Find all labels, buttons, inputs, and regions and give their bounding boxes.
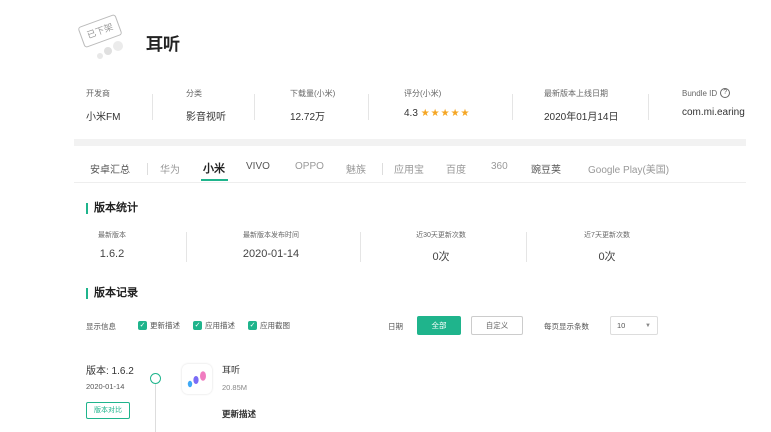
rating-stars-icon: ★★★★★ xyxy=(420,108,471,119)
divider xyxy=(152,94,153,120)
stat-label: 最新版本 xyxy=(98,232,126,239)
help-icon[interactable]: ? xyxy=(720,88,731,98)
stat-value: 2020-01-14 xyxy=(242,248,300,260)
record-version: 版本: 1.6.2 xyxy=(86,366,134,377)
check-label: 应用描述 xyxy=(205,321,235,330)
meta-value: com.mi.earing xyxy=(682,107,745,118)
checkbox-checked-icon[interactable]: ✓ xyxy=(248,321,257,330)
check-update-desc[interactable]: ✓ 更新描述 xyxy=(138,320,180,331)
store-tabs: 安卓汇总 华为 小米 VIVO OPPO 魅族 应用宝 百度 360 豌豆荚 G… xyxy=(74,155,746,183)
stat-label: 最新版本发布时间 xyxy=(243,232,299,239)
divider xyxy=(368,94,369,120)
active-tab-indicator xyxy=(201,179,228,181)
divider xyxy=(147,163,148,175)
caret-down-icon: ▼ xyxy=(645,323,651,329)
tab-yingyongbao[interactable]: 应用宝 xyxy=(394,161,424,176)
meta-value: 4.3 ★★★★★ xyxy=(404,108,471,119)
meta-value: 影音视听 xyxy=(186,112,226,123)
record-app-icon xyxy=(182,364,212,394)
tab-xiaomi[interactable]: 小米 xyxy=(203,160,225,176)
record-filters: 显示信息 ✓ 更新描述 ✓ 应用描述 ✓ 应用截图 日期 全部 自定义 每页显示… xyxy=(86,316,746,338)
version-stats-title: 版本统计 xyxy=(86,203,138,214)
tab-oppo[interactable]: OPPO xyxy=(295,161,324,172)
check-label: 应用截图 xyxy=(260,321,290,330)
app-meta-row: 开发商 小米FM 分类 影音视听 下载量(小米) 12.72万 评分(小米) 4… xyxy=(86,88,746,128)
display-info-label: 显示信息 xyxy=(86,322,116,331)
meta-value: 小米FM xyxy=(86,112,121,123)
tab-wandoujia[interactable]: 豌豆荚 xyxy=(531,161,561,176)
bundle-id-label: Bundle ID xyxy=(682,88,718,98)
timeline-line xyxy=(155,384,156,432)
stat-latest-version: 最新版本 1.6.2 xyxy=(86,230,138,260)
checkbox-checked-icon[interactable]: ✓ xyxy=(193,321,202,330)
divider xyxy=(382,163,383,175)
tab-360[interactable]: 360 xyxy=(491,161,508,172)
meta-label: 分类 xyxy=(186,89,202,98)
divider xyxy=(648,94,649,120)
check-app-desc[interactable]: ✓ 应用描述 xyxy=(193,320,235,331)
divider xyxy=(360,232,361,262)
tab-huawei[interactable]: 华为 xyxy=(160,161,180,176)
record-app-size: 20.85M xyxy=(222,383,248,392)
app-title: 耳听 xyxy=(146,35,180,54)
tab-vivo[interactable]: VIVO xyxy=(246,161,270,172)
meta-rating: 评分(小米) 4.3 ★★★★★ xyxy=(404,88,471,119)
section-divider xyxy=(74,139,746,146)
record-date: 2020-01-14 xyxy=(86,382,125,391)
stat-value: 0次 xyxy=(598,251,616,263)
meta-label: Bundle ID ? xyxy=(682,88,745,98)
meta-developer: 开发商 小米FM xyxy=(86,88,120,123)
stat-label: 近7天更新次数 xyxy=(584,232,630,239)
tab-meizu[interactable]: 魅族 xyxy=(346,161,366,176)
meta-downloads: 下载量(小米) 12.72万 xyxy=(290,88,335,123)
divider xyxy=(512,94,513,120)
version-stats: 最新版本 1.6.2 最新版本发布时间 2020-01-14 近30天更新次数 … xyxy=(86,230,746,266)
meta-label: 开发商 xyxy=(86,89,110,98)
earphone-dots-icon xyxy=(187,371,206,388)
check-app-screenshots[interactable]: ✓ 应用截图 xyxy=(248,320,290,331)
tab-google-play[interactable]: Google Play(美国) xyxy=(588,161,669,176)
stat-updates-30d: 近30天更新次数 0次 xyxy=(386,230,496,264)
date-label: 日期 xyxy=(388,322,403,331)
meta-release-date: 最新版本上线日期 2020年01月14日 xyxy=(544,88,619,123)
check-label: 更新描述 xyxy=(150,321,180,330)
tab-baidu[interactable]: 百度 xyxy=(446,161,466,176)
record-update-desc-title: 更新描述 xyxy=(222,409,257,419)
app-icon: 已下架 xyxy=(74,13,130,68)
meta-bundle-id: Bundle ID ? com.mi.earing xyxy=(682,88,745,118)
meta-label: 评分(小米) xyxy=(404,89,442,98)
stat-value: 0次 xyxy=(432,251,450,263)
version-record: 版本: 1.6.2 2020-01-14 版本对比 耳听 20.85M 更新描述 xyxy=(86,362,686,432)
stat-label: 近30天更新次数 xyxy=(416,232,466,239)
tab-android-summary[interactable]: 安卓汇总 xyxy=(90,161,130,176)
record-app-name: 耳听 xyxy=(222,365,241,375)
version-records-title: 版本记录 xyxy=(86,288,138,299)
stat-updates-7d: 近7天更新次数 0次 xyxy=(552,230,662,264)
per-page-value: 10 xyxy=(617,321,626,330)
divider xyxy=(186,232,187,262)
checkbox-checked-icon[interactable]: ✓ xyxy=(138,321,147,330)
meta-value: 12.72万 xyxy=(290,112,326,123)
timeline-dot xyxy=(150,373,161,384)
stat-latest-release-time: 最新版本发布时间 2020-01-14 xyxy=(211,230,331,260)
meta-category: 分类 影音视听 xyxy=(186,88,226,123)
date-all-button[interactable]: 全部 xyxy=(417,316,461,335)
date-custom-button[interactable]: 自定义 xyxy=(471,316,523,335)
per-page-select[interactable]: 10 ▼ xyxy=(610,316,658,335)
divider xyxy=(254,94,255,120)
rating-value: 4.3 xyxy=(404,108,418,119)
stat-value: 1.6.2 xyxy=(99,248,125,260)
meta-label: 下载量(小米) xyxy=(290,89,336,98)
per-page-label: 每页显示条数 xyxy=(544,322,589,331)
divider xyxy=(526,232,527,262)
app-header: 已下架 耳听 xyxy=(74,13,754,74)
meta-value: 2020年01月14日 xyxy=(544,112,619,123)
meta-label: 最新版本上线日期 xyxy=(544,89,608,98)
version-compare-button[interactable]: 版本对比 xyxy=(86,402,130,419)
